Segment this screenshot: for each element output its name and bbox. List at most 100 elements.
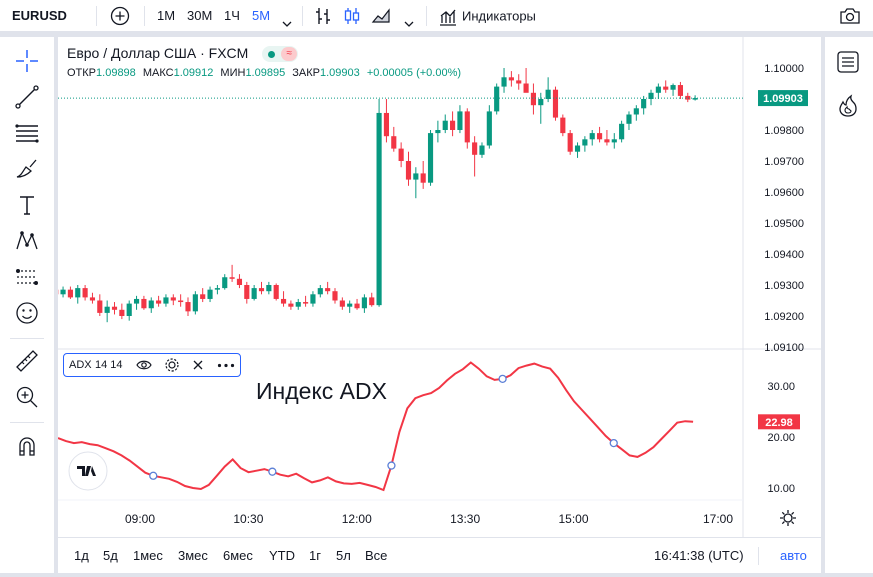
candle-body (178, 300, 184, 303)
candle-body (185, 302, 191, 312)
chart-settings-button[interactable] (780, 510, 796, 526)
chart-type-dropdown[interactable] (403, 10, 415, 27)
clock-timezone[interactable]: 16:41:38 (UTC) (654, 538, 744, 574)
change-value: +0.00005 (+0.00%) (366, 67, 462, 79)
period-1y[interactable]: 1г (309, 538, 321, 574)
price-tick-label: 1.09500 (764, 218, 804, 230)
adx-axis[interactable]: 30.00 20.00 10.00 (767, 381, 795, 495)
trend-line-icon (15, 85, 39, 109)
compare-add-symbol-button[interactable] (110, 6, 130, 26)
candle-body (574, 145, 581, 152)
chart-canvas[interactable]: 1.100001.099001.098001.097001.096001.095… (58, 37, 821, 537)
candle-body (119, 309, 125, 316)
bar-chart-type-button[interactable] (313, 6, 333, 26)
candles-icon (344, 8, 360, 24)
crosshair-tool[interactable] (13, 47, 41, 75)
close-icon[interactable] (192, 359, 204, 371)
tradingview-logo[interactable] (68, 451, 108, 491)
camera-icon (840, 8, 860, 24)
candle-body (251, 288, 257, 299)
last-price-text: 1.09903 (763, 93, 803, 105)
interval-30m[interactable]: 30М (187, 0, 212, 32)
candle-body (82, 288, 88, 298)
price-tick-label: 1.09800 (764, 125, 804, 137)
adx-marker (268, 467, 277, 476)
price-tick-label: 1.09200 (764, 311, 804, 323)
adx-legend[interactable]: ADX 14 14 (63, 353, 241, 377)
trend-line-tool[interactable] (13, 83, 41, 111)
fib-tool[interactable] (13, 119, 41, 147)
interval-5m[interactable]: 5М (252, 0, 270, 32)
candle-body (214, 288, 220, 290)
pattern-tool[interactable] (13, 227, 41, 255)
auto-scale-button[interactable]: авто (780, 538, 807, 574)
magnet-icon (19, 437, 35, 456)
interval-1h[interactable]: 1Ч (224, 0, 240, 32)
period-1m[interactable]: 1мес (133, 538, 163, 574)
candle-body (516, 80, 522, 84)
period-ytd[interactable]: YTD (269, 538, 295, 574)
chevron-down-icon (282, 21, 292, 27)
adx-annotation[interactable]: Индекс ADX (256, 378, 387, 404)
candle-body (75, 288, 81, 298)
last-price-label: 1.09903 (758, 90, 808, 107)
candle-body (244, 285, 250, 299)
candle-body (398, 148, 404, 161)
candle-body (457, 111, 463, 130)
market-status-badge[interactable]: ≈ (262, 46, 299, 63)
smiley-icon (16, 302, 38, 324)
delayed-data-icon: ≈ (281, 47, 298, 62)
magnet-tool[interactable] (13, 433, 41, 461)
interval-dropdown[interactable] (281, 10, 293, 27)
adx-tick-label: 20.00 (767, 432, 795, 444)
candle-body (567, 133, 573, 152)
candle-body (133, 298, 140, 304)
fire-icon (839, 94, 857, 117)
crosshair-icon (16, 50, 38, 72)
candle-body (258, 288, 265, 292)
price-axis[interactable]: 1.100001.099001.098001.097001.096001.095… (764, 63, 804, 354)
period-6m[interactable]: 6мес (223, 538, 253, 574)
more-icon[interactable] (217, 363, 235, 368)
brush-tool[interactable] (13, 155, 41, 183)
high-label: МАКС (142, 67, 174, 79)
period-all[interactable]: Все (365, 538, 387, 574)
high-value: 1.09912 (173, 67, 214, 79)
toolbar-divider (144, 6, 145, 26)
period-5y[interactable]: 5л (336, 538, 351, 574)
time-tick-label: 10:30 (233, 512, 263, 526)
time-tick-label: 13:30 (450, 512, 480, 526)
market-open-dot (268, 51, 276, 59)
toolbar-divider (10, 422, 44, 423)
measure-tool[interactable] (13, 347, 41, 375)
candles-chart-type-button[interactable] (342, 6, 362, 26)
indicators-button[interactable]: Индикаторы (438, 0, 536, 32)
watchlist-button[interactable] (835, 49, 861, 75)
text-tool[interactable] (13, 191, 41, 219)
chart-area[interactable]: 1.100001.099001.098001.097001.096001.095… (58, 37, 821, 573)
symbol-legend[interactable]: Евро / Доллар США · FXCM ≈ (67, 45, 299, 63)
time-tick-label: 12:00 (342, 512, 372, 526)
toolbar-divider (302, 6, 303, 26)
area-chart-type-button[interactable] (371, 6, 391, 26)
zoom-tool[interactable] (13, 383, 41, 411)
candle-body (413, 173, 419, 180)
price-tick-label: 1.09300 (764, 280, 804, 292)
symbol-search[interactable]: EURUSD (12, 0, 67, 32)
hotlists-button[interactable] (835, 93, 861, 119)
eye-icon[interactable] (136, 358, 152, 372)
period-1d[interactable]: 1д (74, 538, 89, 574)
ohlc-values: ОТКР1.09898 МАКС1.09912 МИН1.09895 ЗАКР1… (67, 67, 461, 79)
period-5d[interactable]: 5д (103, 538, 118, 574)
period-3m[interactable]: 3мес (178, 538, 208, 574)
screenshot-button[interactable] (839, 6, 861, 26)
toolbar-divider (426, 6, 427, 26)
interval-1m[interactable]: 1М (157, 0, 175, 32)
text-icon (20, 196, 34, 215)
candle-body (435, 130, 441, 134)
emoji-tool[interactable] (13, 299, 41, 327)
gear-icon[interactable] (164, 357, 180, 373)
adx-marker (149, 471, 158, 480)
forecast-tool[interactable] (13, 263, 41, 291)
time-axis[interactable]: 09:00 10:30 12:00 13:30 15:00 17:00 (125, 512, 733, 526)
